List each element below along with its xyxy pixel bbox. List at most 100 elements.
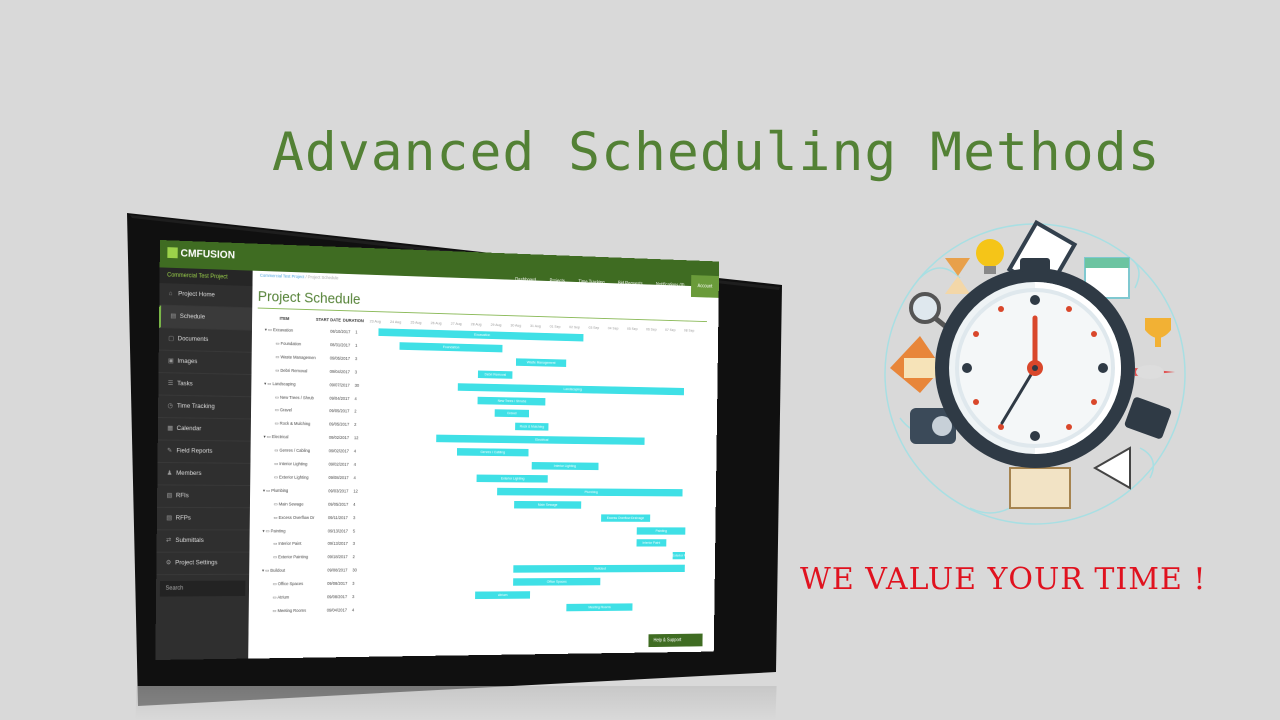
gantt-bar[interactable]: Main Sewage [514, 500, 582, 509]
table-row[interactable]: ▾ ▭ Plumbing 09/03/2017 12 [256, 488, 365, 501]
task-start-date: 09/08/2017 [327, 581, 348, 586]
table-row[interactable]: ▭ Office Spaces 09/08/2017 3 [254, 581, 363, 594]
task-duration: 3 [354, 369, 358, 375]
gantt-bar[interactable]: Office Spaces [513, 577, 600, 586]
table-row[interactable]: ▭ Waste Managemen 09/05/2017 3 [257, 354, 366, 369]
rocket-icon [1135, 365, 1175, 379]
table-row[interactable]: ▭ Atrium 09/08/2017 3 [254, 594, 363, 607]
sidebar-item-label: RFIs [175, 492, 189, 500]
sidebar-item-images[interactable]: ▣ Images [158, 350, 252, 376]
help-support-button[interactable]: Help & Support [648, 633, 703, 648]
app-screen: CMFUSION Commercial Test Project ⌂ Projec… [155, 240, 720, 660]
sidebar-item-project-home[interactable]: ⌂ Project Home [159, 283, 253, 309]
gantt-bar[interactable]: Buildout [513, 564, 686, 573]
sidebar-item-rfps[interactable]: ▧ RFPs [156, 507, 250, 531]
timeline-date-label: 04 Sep [607, 325, 619, 331]
table-row[interactable]: ▭ Exterior Lighting 09/08/2017 4 [256, 474, 365, 487]
nav-dashboard[interactable]: Dashboard [508, 268, 543, 292]
gantt-bar[interactable]: New Trees / Shrubs [477, 396, 546, 406]
gantt-bar[interactable]: Rock & Mulching [515, 422, 549, 431]
task-start-date: 09/04/2017 [329, 395, 350, 401]
task-duration: 5 [352, 528, 356, 533]
task-start-date: 09/13/2017 [327, 528, 349, 533]
sidebar-item-submittals[interactable]: ⇄ Submittals [156, 530, 250, 553]
task-name: ▭ Excess Overflow Dr [273, 514, 315, 520]
table-row[interactable]: ▭ Genres / Cabling 09/02/2017 4 [256, 448, 365, 462]
table-row[interactable]: ▭ Gravel 09/05/2017 2 [256, 407, 365, 421]
sidebar-item-schedule[interactable]: ▤ Schedule [159, 305, 253, 331]
table-row[interactable]: ▭ Interior Lighting 09/02/2017 4 [256, 461, 365, 474]
sidebar-item-field-reports[interactable]: ✎ Field Reports [157, 440, 251, 464]
main-content: Project Schedule ITEM START DATE DURATIO… [248, 286, 718, 658]
task-start-date: 09/03/2017 [328, 488, 349, 494]
gantt-bar[interactable]: Atrium [475, 591, 530, 600]
table-row[interactable]: ▭ Excess Overflow Dr 09/11/2017 3 [255, 515, 364, 528]
timeline-date-label: 27 Aug [450, 320, 462, 326]
task-name: ▭ Main Sewage [273, 501, 304, 507]
task-name: ▾ ▭ Electrical [263, 434, 289, 440]
gantt-bar[interactable]: Interior Paint [636, 539, 667, 547]
gantt-bar[interactable]: Plumbing [497, 487, 683, 497]
sidebar-item-documents[interactable]: ▢ Documents [158, 328, 252, 353]
task-name: ▭ Rock & Mulching [274, 421, 311, 427]
sidebar-icon: ♟ [166, 469, 173, 477]
nav-account[interactable]: Account [690, 275, 719, 298]
gantt-bar[interactable]: Genres / Cabling [456, 448, 529, 457]
task-duration: 4 [353, 462, 356, 467]
nav-projects[interactable]: Projects [543, 270, 572, 293]
sidebar-item-project-settings[interactable]: ⚙ Project Settings [156, 552, 250, 576]
gantt-bar[interactable]: Debri Removal [478, 370, 513, 379]
gantt-bar[interactable]: Gravel [494, 409, 529, 418]
table-row[interactable]: ▾ ▭ Landscaping 09/07/2017 30 [257, 381, 366, 396]
search-input[interactable]: Search [159, 580, 246, 597]
sidebar-item-label: Calendar [176, 425, 202, 433]
task-duration: 1 [355, 329, 358, 335]
table-row[interactable]: ▭ Rock & Mulching 09/05/2017 2 [256, 421, 365, 435]
gantt-bar[interactable]: Landscaping [457, 382, 685, 395]
sidebar-item-calendar[interactable]: ▦ Calendar [157, 417, 251, 442]
task-name: ▭ Atrium [272, 594, 290, 600]
sidebar-item-time-tracking[interactable]: ◷ Time Tracking [158, 395, 252, 420]
gantt-bar[interactable]: Waste Management [515, 358, 567, 367]
table-row[interactable]: ▭ Exterior Painting 09/18/2017 2 [255, 555, 364, 568]
gantt-bar[interactable]: Excess Overflow Drainage [600, 513, 651, 522]
gantt-bar[interactable]: Foundation [399, 342, 503, 353]
gantt-bar[interactable]: Interior Lighting [531, 462, 599, 471]
gantt-bar[interactable]: Exterior Painting [672, 552, 686, 560]
col-duration[interactable]: DURATION [343, 318, 364, 323]
col-item[interactable]: ITEM [280, 316, 290, 321]
task-name: ▭ Waste Managemen [275, 354, 316, 360]
breadcrumb: Commercial Test Project / Project Schedu… [260, 273, 339, 281]
sidebar-item-tasks[interactable]: ☰ Tasks [158, 373, 252, 398]
task-duration: 1 [355, 342, 358, 348]
table-row[interactable]: ▭ Main Sewage 09/05/2017 4 [255, 501, 364, 514]
gantt-bar[interactable]: Meeting Rooms [566, 603, 633, 612]
nav-time-tracking[interactable]: Time Tracking [572, 271, 612, 295]
table-row[interactable]: ▭ Debri Removal 09/04/2017 3 [257, 367, 366, 382]
table-row[interactable]: ▾ ▭ Buildout 09/08/2017 30 [255, 568, 364, 581]
table-row[interactable]: ▭ Interior Paint 09/13/2017 3 [255, 541, 364, 554]
gantt-bar[interactable]: Exterior Lighting [476, 474, 549, 483]
table-row[interactable]: ▾ ▭ Electrical 09/02/2017 12 [256, 434, 365, 448]
table-row[interactable]: ▭ Meeting Rooms 09/04/2017 4 [254, 607, 363, 620]
table-row[interactable]: ▾ ▭ Painting 09/13/2017 5 [255, 528, 364, 541]
task-duration: 3 [352, 581, 355, 586]
gantt-bar[interactable]: Painting [636, 526, 686, 535]
table-row[interactable]: ▭ New Trees / Shrub 09/04/2017 4 [257, 394, 366, 408]
breadcrumb-project[interactable]: Commercial Test Project [260, 273, 304, 279]
sidebar-item-members[interactable]: ♟ Members [157, 462, 251, 487]
col-start-date[interactable]: START DATE [316, 317, 341, 323]
sidebar: Commercial Test Project ⌂ Project Home ▤ Sc… [155, 267, 253, 660]
sidebar-item-label: Schedule [179, 313, 206, 321]
timeline-date-label: 31 Aug [530, 323, 541, 329]
timeline-date-label: 07 Sep [665, 327, 676, 333]
sidebar-item-rfis[interactable]: ▧ RFIs [157, 485, 251, 509]
nav-bid-requests[interactable]: Bid Requests [611, 272, 649, 295]
nav-notifications[interactable]: Notifications (0) [649, 274, 691, 297]
sidebar-item-label: Time Tracking [176, 402, 215, 411]
logo[interactable]: CMFUSION [167, 247, 235, 261]
gantt-bar[interactable]: Electrical [436, 434, 645, 446]
magnifier-icon [909, 292, 952, 332]
task-start-date: 09/08/2017 [327, 567, 348, 573]
timeline-date-label: 06 Sep [646, 326, 657, 332]
